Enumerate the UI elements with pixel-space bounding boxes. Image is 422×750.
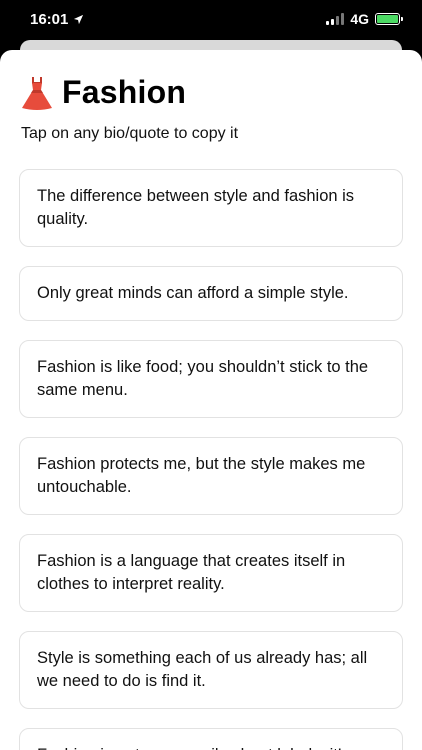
quote-card[interactable]: Fashion is like food; you shouldn’t stic… <box>19 340 403 418</box>
quote-card[interactable]: The difference between style and fashion… <box>19 169 403 247</box>
location-arrow-icon <box>74 14 84 24</box>
status-right: 4G <box>326 11 403 27</box>
signal-icon <box>326 13 345 25</box>
quote-list: The difference between style and fashion… <box>0 143 422 750</box>
page-subtitle: Tap on any bio/quote to copy it <box>21 125 239 142</box>
quote-card[interactable]: Fashion is not necessarily about labels;… <box>19 728 403 750</box>
quote-card[interactable]: Fashion protects me, but the style makes… <box>19 437 403 515</box>
status-time: 16:01 <box>30 10 69 28</box>
modal-sheet: Fashion Tap on any bio/quote to copy it … <box>0 50 422 750</box>
network-label: 4G <box>350 11 369 27</box>
status-left: 16:01 <box>30 11 84 28</box>
dress-icon <box>22 76 52 110</box>
page-title: Fashion <box>62 74 187 110</box>
battery-icon <box>375 13 403 25</box>
page-header: Fashion <box>0 50 422 111</box>
quote-card[interactable]: Only great minds can afford a simple sty… <box>19 266 403 321</box>
status-bar: 16:01 4G <box>0 0 422 38</box>
quote-card[interactable]: Style is something each of us already ha… <box>19 631 403 709</box>
quote-card[interactable]: Fashion is a language that creates itsel… <box>19 534 403 612</box>
